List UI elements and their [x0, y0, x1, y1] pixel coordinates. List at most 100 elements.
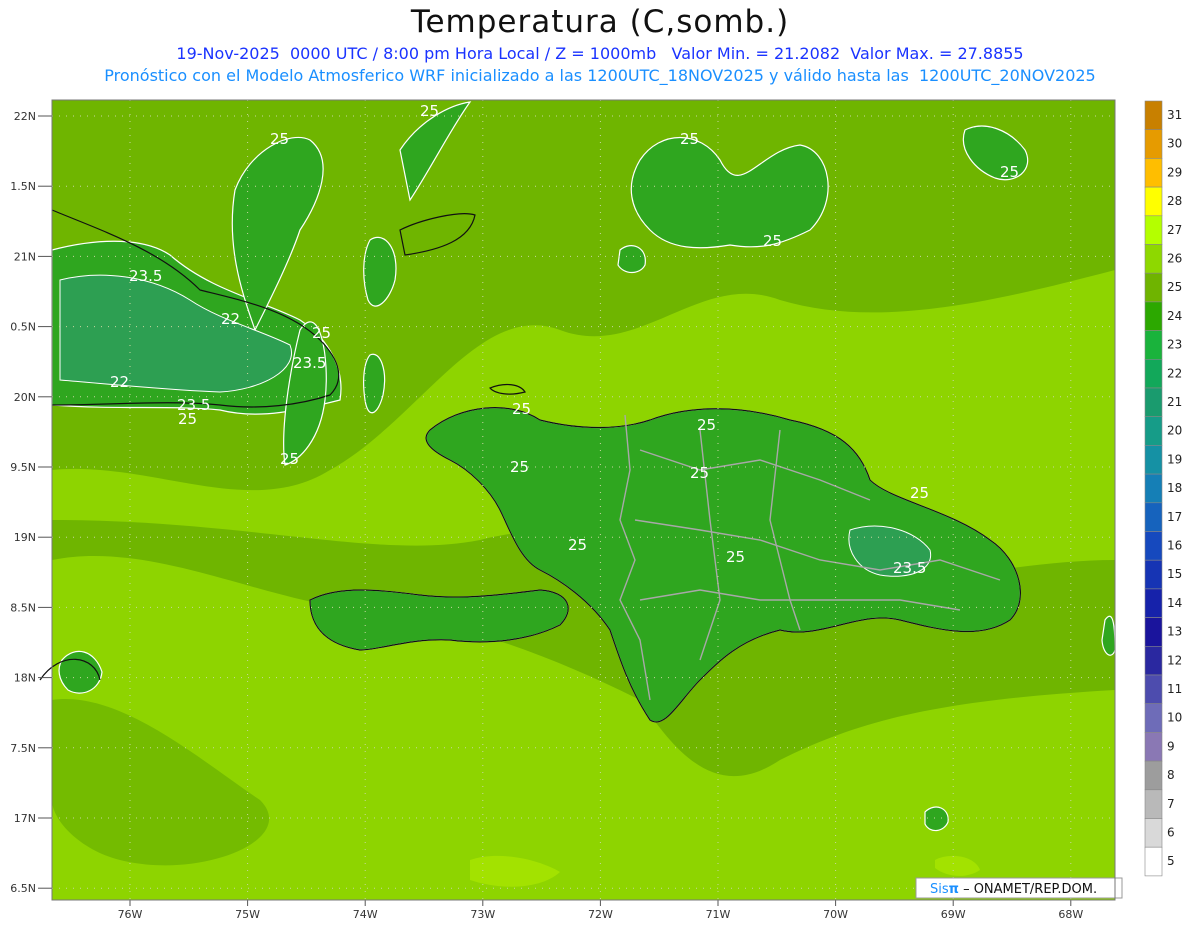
colorbar-label: 11: [1167, 682, 1182, 696]
longitude-tick-label: 72W: [588, 908, 613, 921]
contour-label: 25: [420, 102, 439, 120]
longitude-tick-label: 75W: [235, 908, 260, 921]
colorbar-swatch: [1144, 732, 1163, 762]
colorbar-swatch: [1144, 789, 1163, 819]
contour-label: 25: [763, 232, 782, 250]
colorbar-label: 30: [1167, 137, 1182, 151]
colorbar-label: 28: [1167, 194, 1182, 208]
colorbar-label: 8: [1167, 768, 1175, 782]
colorbar-swatch: [1144, 674, 1163, 705]
longitude-ticks: 76W 75W 74W 73W 72W 71W 70W 69W 68W: [118, 900, 1083, 921]
colorbar-swatch: [1144, 473, 1163, 504]
colorbar-swatch: [1144, 158, 1163, 188]
longitude-tick-label: 69W: [941, 908, 966, 921]
colorbar-label: 9: [1167, 739, 1175, 753]
colorbar-swatch: [1144, 186, 1163, 217]
colorbar-swatch: [1144, 330, 1163, 360]
contour-label: 23.5: [129, 267, 162, 285]
contour-label: 25: [568, 536, 587, 554]
colorbar-label: 17: [1167, 510, 1182, 524]
colorbar-label: 23: [1167, 338, 1182, 352]
latitude-tick-label: 21N: [14, 250, 36, 263]
latitude-ticks: 22N 1.5N 21N 0.5N 20N 9.5N 19N 8.5N 18N 7.5N 17N 6.…: [10, 110, 52, 895]
contour-label: 25: [270, 130, 289, 148]
colorbar-swatch: [1144, 645, 1163, 676]
contour-label: 25: [280, 450, 299, 468]
latitude-tick-label: 1.5N: [10, 180, 36, 193]
longitude-tick-label: 71W: [706, 908, 731, 921]
colorbar-swatch: [1144, 617, 1163, 647]
contour-label: 25: [910, 484, 929, 502]
colorbar-swatch: [1144, 416, 1163, 446]
colorbar-swatch: [1144, 387, 1163, 418]
colorbar-label: 27: [1167, 223, 1182, 237]
contour-label: 22: [110, 373, 129, 391]
colorbar-label: 13: [1167, 625, 1182, 639]
temperature-map: 22N 1.5N 21N 0.5N 20N 9.5N 19N 8.5N 18N 7.5N 17N 6.…: [10, 99, 1182, 921]
latitude-tick-label: 18N: [14, 672, 36, 685]
colorbar-label: 21: [1167, 395, 1182, 409]
contour-label: 23.5: [893, 559, 926, 577]
longitude-tick-label: 76W: [118, 908, 143, 921]
colorbar-label: 19: [1167, 452, 1182, 466]
latitude-tick-label: 7.5N: [10, 742, 36, 755]
colorbar-swatch: [1144, 215, 1163, 245]
contour-label: 22: [221, 310, 240, 328]
colorbar-label: 15: [1167, 567, 1182, 581]
colorbar-label: 16: [1167, 539, 1182, 553]
longitude-tick-label: 68W: [1058, 908, 1083, 921]
longitude-tick-label: 73W: [470, 908, 495, 921]
colorbar-label: 18: [1167, 481, 1182, 495]
south-islet-region: [924, 806, 949, 832]
contour-label: 25: [690, 464, 709, 482]
colorbar-label: 29: [1167, 165, 1182, 179]
colorbar-label: 7: [1167, 797, 1175, 811]
colorbar-label: 25: [1167, 280, 1182, 294]
longitude-tick-label: 70W: [823, 908, 848, 921]
longitude-tick-label: 74W: [353, 908, 378, 921]
colorbar-swatch: [1144, 760, 1163, 791]
color-scale-bar: 31 30 29 28 27 26 25 24 23 22 21 20 19 18 17 16 15 14 13 12…: [1144, 100, 1182, 877]
contour-label: 23.5: [293, 354, 326, 372]
colorbar-label: 24: [1167, 309, 1182, 323]
colorbar-label: 5: [1167, 854, 1175, 868]
colorbar-swatch: [1144, 244, 1163, 274]
colorbar-swatch: [1144, 846, 1163, 877]
contour-label: 25: [512, 400, 531, 418]
latitude-tick-label: 17N: [14, 812, 36, 825]
east-islet-region-2: [617, 245, 646, 274]
colorbar-swatch: [1144, 272, 1163, 303]
colorbar-label: 31: [1167, 108, 1182, 122]
colorbar-label: 12: [1167, 653, 1182, 667]
colorbar-swatch: [1144, 502, 1163, 532]
colorbar-label: 6: [1167, 826, 1175, 840]
contour-label: 23.5: [177, 396, 210, 414]
colorbar-swatch: [1144, 129, 1163, 159]
colorbar-swatch: [1144, 100, 1163, 131]
contour-label: 25: [697, 416, 716, 434]
colorbar-swatch: [1144, 445, 1163, 475]
latitude-tick-label: 0.5N: [10, 321, 36, 334]
colorbar-label: 22: [1167, 366, 1182, 380]
contour-label: 25: [726, 548, 745, 566]
latitude-tick-label: 9.5N: [10, 461, 36, 474]
colorbar-swatch: [1144, 301, 1163, 331]
colorbar-swatch: [1144, 531, 1163, 561]
colorbar-label: 14: [1167, 596, 1182, 610]
credit-text: Sisπ – ONAMET/REP.DOM.: [930, 882, 1097, 897]
contour-label: 25: [312, 324, 331, 342]
latitude-tick-label: 6.5N: [10, 882, 36, 895]
contour-label: 25: [1000, 163, 1019, 181]
colorbar-label: 26: [1167, 252, 1182, 266]
colorbar-label: 10: [1167, 711, 1182, 725]
contour-label: 25: [510, 458, 529, 476]
colorbar-label: 20: [1167, 424, 1182, 438]
colorbar-swatch: [1144, 358, 1163, 389]
colorbar-swatch: [1144, 818, 1163, 848]
latitude-tick-label: 20N: [14, 391, 36, 404]
latitude-tick-label: 19N: [14, 531, 36, 544]
latitude-tick-label: 8.5N: [10, 601, 36, 614]
latitude-tick-label: 22N: [14, 110, 36, 123]
colorbar-swatch: [1144, 559, 1163, 590]
colorbar-swatch: [1144, 588, 1163, 618]
